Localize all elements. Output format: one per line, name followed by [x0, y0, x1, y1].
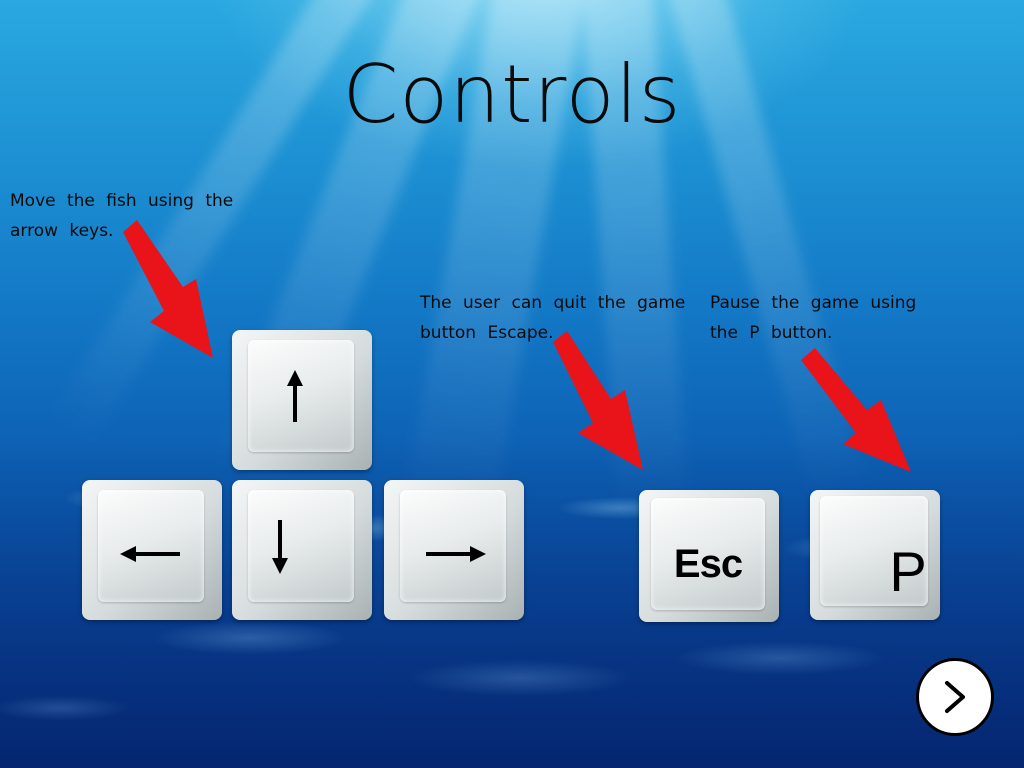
- quit-instructions: The user can quit the game button Escape…: [420, 293, 686, 343]
- down-arrow-key: [232, 480, 372, 620]
- escape-key-label: Esc: [673, 541, 743, 586]
- p-key-label: P: [889, 539, 927, 603]
- pause-instructions: Pause the game using the P button.: [710, 293, 917, 343]
- up-arrow-key: [232, 330, 372, 470]
- right-arrow-icon: [426, 546, 486, 562]
- p-key: P: [810, 490, 940, 620]
- left-arrow-icon: [120, 546, 180, 562]
- down-arrow-icon: [272, 520, 288, 574]
- page-title: Controls: [342, 48, 682, 141]
- up-arrow-icon: [287, 370, 303, 422]
- escape-key: Esc: [639, 490, 779, 622]
- right-arrow-key: [384, 480, 524, 620]
- next-button[interactable]: [916, 658, 994, 736]
- move-instructions: Move the fish using the arrow keys.: [10, 191, 234, 241]
- left-arrow-key: [82, 480, 222, 620]
- chevron-right-icon: [945, 681, 965, 713]
